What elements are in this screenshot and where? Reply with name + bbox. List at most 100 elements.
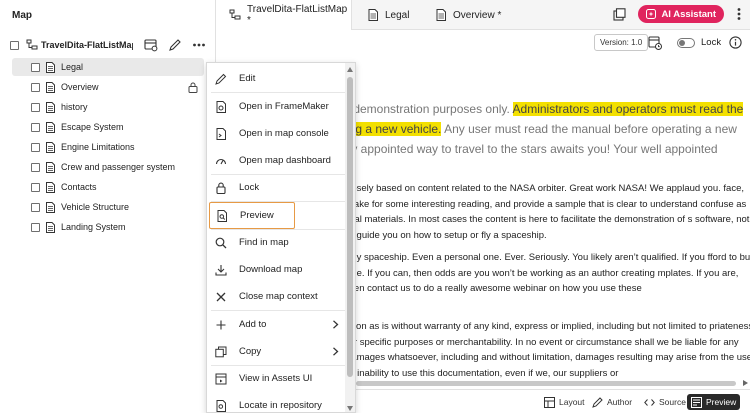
scroll-right-icon[interactable] xyxy=(743,380,748,386)
view-label: Source xyxy=(659,397,686,407)
tree-item-engine-limitations[interactable]: Engine Limitations xyxy=(12,138,204,156)
document-icon xyxy=(435,9,447,21)
tab-label: Overview * xyxy=(453,9,502,21)
tree-item-landing-system[interactable]: Landing System xyxy=(12,218,204,236)
tree-item-vehicle-structure[interactable]: Vehicle Structure xyxy=(12,198,204,216)
tree-item-checkbox[interactable] xyxy=(31,62,40,72)
snapshot-icon[interactable] xyxy=(613,7,626,21)
tab-traveldita-flatlistmap[interactable]: TravelDita-FlatListMap * xyxy=(217,0,352,30)
tree-item-checkbox[interactable] xyxy=(31,202,40,212)
tab-label: Legal xyxy=(385,9,410,21)
menu-item-add-to[interactable]: Add to xyxy=(207,311,347,338)
more-options-icon[interactable] xyxy=(192,38,206,52)
tree-item-label: history xyxy=(61,102,88,112)
tree-item-checkbox[interactable] xyxy=(31,102,40,112)
layout-icon xyxy=(544,396,555,408)
info-icon[interactable] xyxy=(729,36,742,49)
search-icon xyxy=(215,237,227,249)
framemaker-document-icon xyxy=(215,100,227,113)
download-icon xyxy=(215,264,227,276)
kebab-menu-icon[interactable] xyxy=(736,7,742,21)
tree-item-crew-and-passenger-system[interactable]: Crew and passenger system xyxy=(12,158,204,176)
scroll-down-icon[interactable] xyxy=(347,406,353,411)
version-history-icon[interactable] xyxy=(647,35,663,51)
document-icon xyxy=(46,81,55,93)
menu-item-find-in-map[interactable]: Find in map xyxy=(207,229,347,256)
menu-item-open-in-framemaker[interactable]: Open in FrameMaker xyxy=(207,93,347,120)
menu-item-preview[interactable]: Preview xyxy=(209,202,295,229)
tree-item-checkbox[interactable] xyxy=(31,222,40,232)
lock-icon xyxy=(188,82,198,93)
view-preview-button[interactable]: Preview xyxy=(687,394,741,410)
menu-item-label: Locate in repository xyxy=(239,400,322,411)
tab-overview[interactable]: Overview * xyxy=(435,0,501,30)
panel-title: Map xyxy=(12,9,32,21)
tree-item-legal[interactable]: Legal xyxy=(12,58,204,76)
dashboard-icon xyxy=(215,155,227,167)
tree-item-history[interactable]: history xyxy=(12,98,204,116)
version-selector[interactable]: Version: 1.0 xyxy=(594,34,649,51)
map-icon xyxy=(26,39,38,51)
source-code-icon xyxy=(644,398,655,406)
tab-label: TravelDita-FlatListMap * xyxy=(247,4,348,26)
view-author-button[interactable]: Author xyxy=(588,394,636,410)
menu-item-open-in-map-console[interactable]: Open in map console xyxy=(207,120,347,147)
tree-item-checkbox[interactable] xyxy=(31,142,40,152)
lead-highlight: Administrators and operators must read t… xyxy=(512,102,744,116)
menu-item-label: Edit xyxy=(239,73,256,84)
tree-item-label: Escape System xyxy=(61,122,124,132)
lock-label: Lock xyxy=(701,37,722,48)
menu-item-label: Lock xyxy=(239,182,260,193)
edit-pencil-icon[interactable] xyxy=(168,38,182,52)
menu-item-lock[interactable]: Lock xyxy=(207,174,347,201)
tree-item-escape-system[interactable]: Escape System xyxy=(12,118,204,136)
menu-item-edit[interactable]: Edit xyxy=(207,65,347,92)
tree-item-contacts[interactable]: Contacts xyxy=(12,178,204,196)
document-preview: r demonstration purposes only. Administr… xyxy=(346,55,750,389)
document-icon xyxy=(46,221,55,233)
lead-text: r demonstration purposes only. xyxy=(346,102,513,116)
menu-scrollbar[interactable] xyxy=(345,63,355,412)
document-icon xyxy=(46,61,55,73)
map-root-row[interactable]: TravelDita-FlatListMap xyxy=(10,36,210,54)
menu-item-close-map-context[interactable]: Close map context xyxy=(207,283,347,310)
lead-text: Any user must read the manual before ope… xyxy=(441,122,737,136)
horizontal-scrollbar[interactable] xyxy=(346,378,750,388)
lock-switch[interactable] xyxy=(677,37,695,48)
tree-item-checkbox[interactable] xyxy=(31,182,40,192)
body-paragraph: any spaceship. Even a personal one. Ever… xyxy=(346,252,750,294)
scroll-up-icon[interactable] xyxy=(347,67,353,72)
view-label: Preview xyxy=(706,397,737,407)
view-layout-button[interactable]: Layout xyxy=(540,394,589,410)
map-root-checkbox[interactable] xyxy=(10,40,19,50)
tree-item-checkbox[interactable] xyxy=(31,122,40,132)
map-icon xyxy=(229,9,241,21)
tree-item-checkbox[interactable] xyxy=(31,82,40,92)
map-panel: Map TravelDita-FlatListMap Legal Overvie… xyxy=(0,0,216,413)
tab-legal[interactable]: Legal xyxy=(367,0,409,30)
view-source-button[interactable]: Source xyxy=(640,394,690,410)
lock-toggle[interactable]: Lock xyxy=(677,37,721,48)
menu-scrollbar-thumb[interactable] xyxy=(347,77,353,377)
ai-sparkle-icon xyxy=(646,9,657,19)
editor-toolbar: Version: 1.0 Lock xyxy=(217,31,750,55)
menu-item-copy[interactable]: Copy xyxy=(207,338,347,365)
menu-item-view-in-assets-ui[interactable]: View in Assets UI xyxy=(207,365,347,392)
tree-item-label: Contacts xyxy=(61,182,97,192)
menu-item-label: Open in map console xyxy=(239,128,329,139)
view-label: Layout xyxy=(559,397,585,407)
pencil-icon xyxy=(215,73,227,85)
map-settings-icon[interactable] xyxy=(144,38,158,52)
menu-item-download-map[interactable]: Download map xyxy=(207,256,347,283)
menu-item-label: View in Assets UI xyxy=(239,373,313,384)
tree-item-checkbox[interactable] xyxy=(31,162,40,172)
menu-item-label: Add to xyxy=(239,319,267,330)
scrollbar-thumb[interactable] xyxy=(356,381,736,386)
lead-paragraph: r demonstration purposes only. Administr… xyxy=(346,99,750,159)
ai-assistant-button[interactable]: AI Assistant xyxy=(638,5,724,23)
menu-item-open-map-dashboard[interactable]: Open map dashboard xyxy=(207,147,347,174)
body-paragraph: ation as is without warranty of any kind… xyxy=(346,321,750,379)
menu-item-locate-in-repository[interactable]: Locate in repository xyxy=(207,392,347,412)
tree-item-overview[interactable]: Overview xyxy=(12,78,204,96)
document-icon xyxy=(46,141,55,153)
